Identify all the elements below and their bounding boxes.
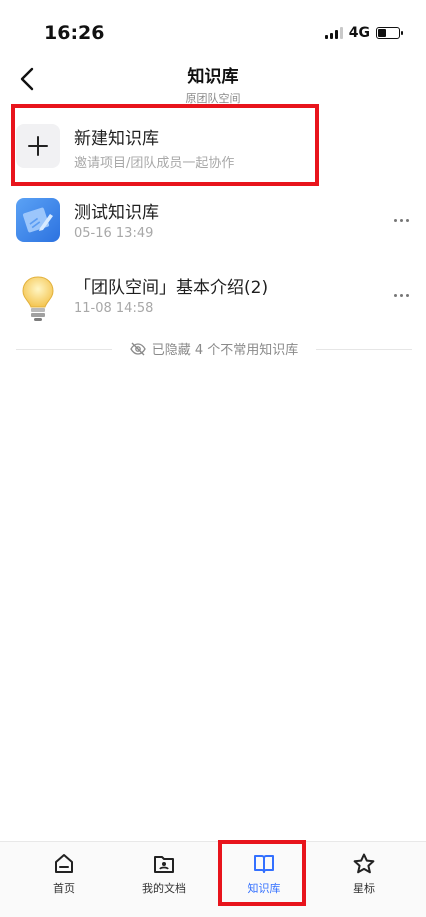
- highlight-box-kb-tab: [218, 840, 306, 906]
- tab-label: 首页: [53, 882, 75, 895]
- item-date: 05-16 13:49: [74, 226, 154, 241]
- tab-home[interactable]: 首页: [19, 852, 109, 908]
- bottom-tab-bar: 首页 我的文档 知识库 星标: [0, 841, 426, 917]
- status-time: 16:26: [44, 22, 105, 44]
- item-date: 11-08 14:58: [74, 301, 154, 316]
- tab-starred[interactable]: 星标: [319, 852, 409, 908]
- status-bar: 16:26 4G: [0, 0, 426, 66]
- document-pen-icon: [16, 198, 60, 242]
- list-item[interactable]: 测试知识库 05-16 13:49: [0, 190, 426, 252]
- tab-label: 星标: [353, 882, 375, 895]
- highlight-box-new-kb: [11, 104, 319, 186]
- list-item[interactable]: 「团队空间」基本介绍(2) 11-08 14:58: [0, 265, 426, 327]
- tab-my-docs[interactable]: 我的文档: [119, 852, 209, 908]
- star-icon: [353, 853, 375, 874]
- status-indicators: 4G: [324, 25, 403, 41]
- item-title: 「团队空间」基本介绍(2): [74, 278, 269, 298]
- my-docs-icon: [154, 856, 174, 873]
- page-title: 知识库: [187, 67, 239, 87]
- tab-label: 我的文档: [142, 882, 186, 895]
- more-options-button[interactable]: [390, 285, 412, 305]
- more-options-button[interactable]: [390, 210, 412, 230]
- hidden-kb-divider: 已隐藏 4 个不常用知识库: [16, 342, 412, 358]
- navigation-bar: 知识库 原团队空间: [0, 58, 426, 108]
- eye-hidden-icon: [129, 342, 146, 355]
- battery-icon: [376, 27, 403, 39]
- hidden-kb-text: 已隐藏 4 个不常用知识库: [151, 343, 299, 358]
- network-label: 4G: [348, 25, 370, 41]
- lightbulb-icon: [16, 273, 60, 321]
- show-hidden-kb-link[interactable]: 已隐藏 4 个不常用知识库: [16, 339, 412, 358]
- item-title: 测试知识库: [74, 203, 159, 223]
- signal-icon: [324, 27, 343, 39]
- home-icon: [55, 854, 73, 873]
